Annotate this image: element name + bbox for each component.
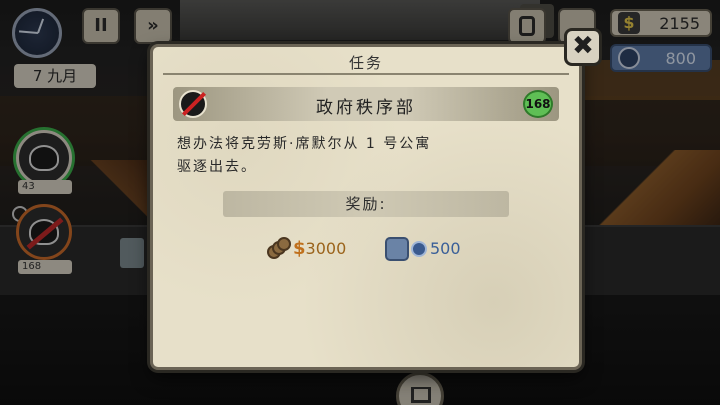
coins-icon (267, 237, 291, 261)
reputation-coin-icon (411, 241, 427, 257)
dialog-title: 任务 (348, 54, 383, 72)
faction-name: 政府秩序部 (316, 98, 416, 118)
reward-reputation-value: 500 (430, 239, 461, 258)
faction-header: 政府秩序部 168 (173, 87, 559, 121)
reward-money-symbol: $ (293, 238, 306, 259)
faction-score-badge: 168 (523, 90, 553, 118)
reward-money-value: 3000 (305, 239, 347, 258)
reward-money: $3000 (293, 237, 346, 261)
title-divider (163, 73, 569, 75)
reputation-badge-icon (385, 237, 409, 261)
task-description: 想办法将克劳斯·席默尔从 1 号公寓驱逐出去。 (177, 136, 432, 175)
task-dialog: 任务 政府秩序部 168 想办法将克劳斯·席默尔从 1 号公寓驱逐出去。 奖励:… (150, 44, 582, 370)
close-button[interactable]: ✖ (564, 28, 602, 66)
rewards-label: 奖励: (223, 191, 509, 217)
